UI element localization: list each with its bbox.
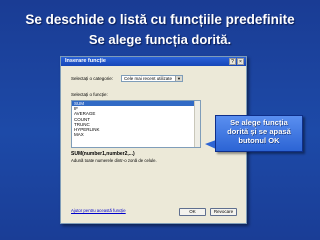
category-label: Selectați o categorie: [71,76,114,81]
list-scrollbar[interactable] [194,101,200,147]
category-select[interactable]: Cele mai recent utilizate ▼ [121,75,183,82]
chevron-down-icon[interactable]: ▼ [175,76,182,81]
help-icon[interactable]: ? [229,58,236,65]
dialog-title: Inserare funcție [65,58,106,64]
callout-line-1: Se alege funcția [230,118,288,127]
slide-subtitle: Se alege funcția dorită. [88,32,232,47]
function-description: Adună toate numerele dintr-o zonă de cel… [71,158,157,163]
help-link[interactable]: Ajutor pentru această funcție [71,208,126,213]
function-label: Selectați o funcție: [71,92,108,97]
instruction-callout: Se alege funcția dorită şi se apasă buto… [215,115,303,152]
cancel-button[interactable]: Revocare [210,208,237,216]
function-signature: SUM(number1,number2,...) [71,151,135,157]
callout-line-3: butonul OK [238,136,280,145]
close-icon[interactable]: × [237,58,244,65]
slide-title: Se deschide o listă cu funcțiile predefi… [25,12,295,27]
function-list[interactable]: SUM IF AVERAGE COUNT TRUNC HYPERLINK MAX [71,100,201,148]
category-value: Cele mai recent utilizate [124,76,173,81]
callout-line-2: dorită şi se apasă [227,127,291,136]
dialog-titlebar: Inserare funcție ? × [61,57,246,66]
function-item-max[interactable]: MAX [72,132,200,137]
ok-button[interactable]: OK [179,208,206,216]
